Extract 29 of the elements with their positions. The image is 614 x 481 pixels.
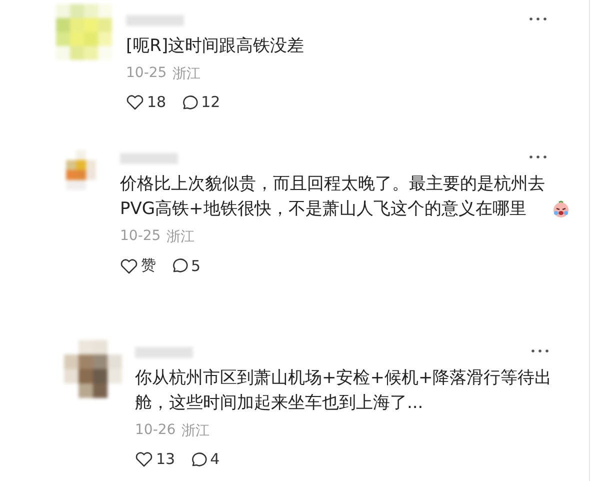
heart-icon [126, 94, 144, 110]
comment-text: 价格比上次貌似贵，而且回程太晚了。最主要的是杭州去 PVG高铁+地铁很快，不是萧山人飞这个的意义在哪里 [120, 173, 546, 221]
comment-text: [呃R]这时间跟高铁没差 [126, 35, 304, 58]
avatar [64, 340, 122, 398]
comment-region: 浙江 [166, 228, 195, 246]
more-icon [529, 155, 547, 159]
comment-icon [180, 94, 198, 110]
comment-icon [189, 450, 208, 468]
comment-date: 10-25 [120, 228, 161, 246]
reply-button[interactable]: 4 [189, 450, 220, 468]
like-button[interactable]: 13 [135, 450, 176, 468]
comment-icon [170, 257, 188, 274]
reply-button[interactable]: 5 [170, 256, 201, 275]
reply-button[interactable]: 12 [180, 93, 220, 111]
more-icon [529, 17, 547, 21]
heart-icon [120, 258, 138, 274]
comment-region: 浙江 [182, 422, 210, 440]
avatar [56, 4, 112, 60]
like-button[interactable]: 18 [126, 93, 166, 111]
comment-date: 10-25 [126, 65, 167, 83]
like-button[interactable]: 赞 [120, 256, 156, 275]
more-icon [531, 349, 549, 353]
blurred-username [120, 152, 178, 164]
comment-region: 浙江 [172, 65, 201, 83]
blurred-username [126, 14, 184, 26]
blurred-username [135, 346, 193, 358]
comment-text: 你从杭州市区到萧山机场+安检+候机+降落滑行等待出舱，这些时间加起来坐车也到上海了... [135, 367, 553, 415]
heart-icon [135, 451, 153, 467]
comment-date: 10-26 [135, 422, 176, 440]
